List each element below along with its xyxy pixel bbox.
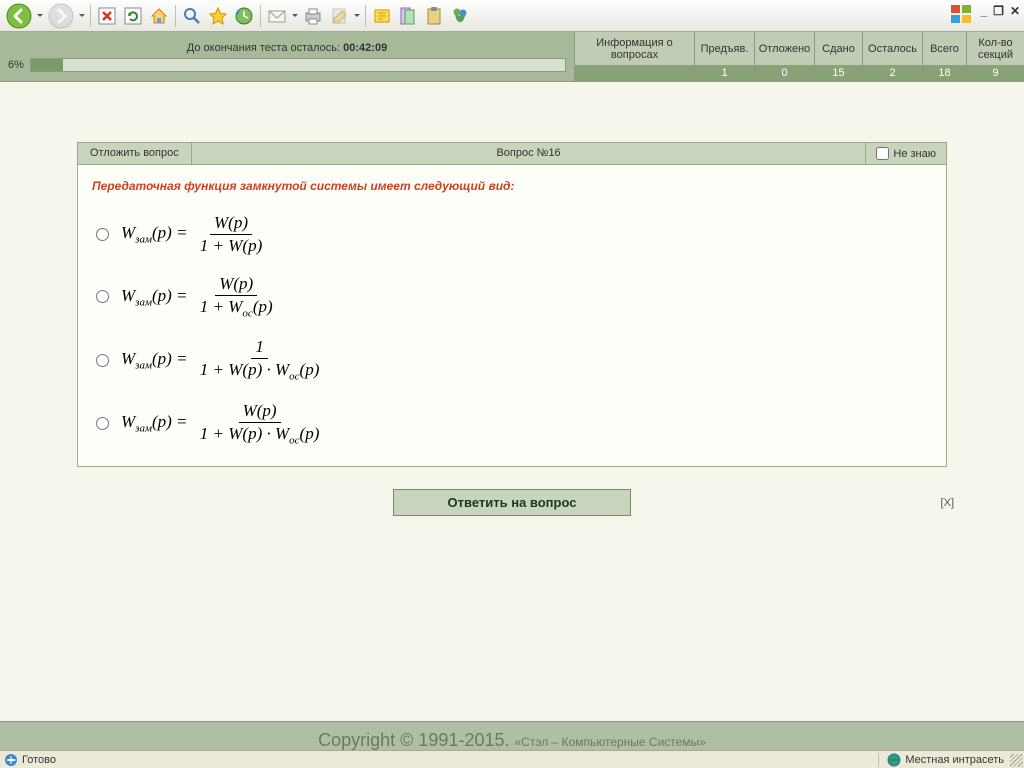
- question-title: Вопрос №16: [192, 143, 866, 164]
- messenger-icon[interactable]: [448, 4, 472, 28]
- stat-cell: Осталось2: [862, 32, 922, 81]
- stat-cell: Всего18: [922, 32, 966, 81]
- stat-value: 0: [755, 65, 814, 81]
- answer-radio[interactable]: [96, 354, 109, 367]
- favorites-icon[interactable]: [206, 4, 230, 28]
- progress-fill: [31, 59, 63, 71]
- status-bar: Готово Местная интрасеть: [0, 750, 1024, 768]
- answer-row: Ответить на вопрос [X]: [0, 489, 1024, 516]
- stat-value: [575, 65, 694, 81]
- timer-label: До окончания теста осталось:: [187, 42, 343, 54]
- zone-icon: [887, 753, 901, 767]
- stat-cell: Сдано15: [814, 32, 862, 81]
- stat-label: Сдано: [815, 32, 862, 65]
- answer-radio[interactable]: [96, 290, 109, 303]
- history-icon[interactable]: [232, 4, 256, 28]
- test-header: До окончания теста осталось: 00:42:09 6%…: [0, 32, 1024, 82]
- stat-cell: Информация о вопросах: [574, 32, 694, 81]
- search-icon[interactable]: [180, 4, 204, 28]
- stats-table: Информация о вопросахПредъяв.1Отложено0С…: [574, 32, 1024, 81]
- browser-toolbar: _ ❐ ✕: [0, 0, 1024, 32]
- restore-button[interactable]: ❐: [993, 4, 1004, 18]
- windows-logo-icon: [950, 4, 974, 24]
- stat-cell: Предъяв.1: [694, 32, 754, 81]
- stat-cell: Отложено0: [754, 32, 814, 81]
- answer-option[interactable]: Wзам(p) = W(p)1 + W(p): [92, 213, 932, 256]
- back-dropdown[interactable]: [36, 4, 44, 28]
- status-ready: Готово: [22, 754, 56, 766]
- stat-value: 15: [815, 65, 862, 81]
- stat-value: 1: [695, 65, 754, 81]
- question-card: Отложить вопрос Вопрос №16 Не знаю Перед…: [77, 142, 947, 467]
- question-body: Передаточная функция замкнутой системы и…: [77, 165, 947, 467]
- status-zone: Местная интрасеть: [905, 754, 1004, 766]
- print-icon[interactable]: [301, 4, 325, 28]
- answer-formula: Wзам(p) = W(p)1 + W(p): [121, 213, 266, 256]
- progress-percent: 6%: [8, 59, 24, 71]
- mail-dropdown[interactable]: [291, 4, 299, 28]
- stat-label: Предъяв.: [695, 32, 754, 65]
- answer-option[interactable]: Wзам(p) = 11 + W(p) · Wос(p): [92, 337, 932, 382]
- edit-icon[interactable]: [327, 4, 351, 28]
- research-icon[interactable]: [396, 4, 420, 28]
- edit-dropdown[interactable]: [353, 4, 361, 28]
- ie-icon: [4, 753, 18, 767]
- clip-icon[interactable]: [422, 4, 446, 28]
- resize-grip[interactable]: [1010, 754, 1023, 767]
- home-icon[interactable]: [147, 4, 171, 28]
- answer-formula: Wзам(p) = W(p)1 + W(p) · Wос(p): [121, 401, 323, 446]
- stat-value: 9: [967, 65, 1024, 81]
- back-button[interactable]: [4, 1, 34, 31]
- dont-know-text: Не знаю: [893, 148, 936, 160]
- progress-bar: [30, 58, 566, 72]
- answer-options: Wзам(p) = W(p)1 + W(p) Wзам(p) = W(p)1 +…: [92, 213, 932, 446]
- refresh-icon[interactable]: [121, 4, 145, 28]
- stat-label: Всего: [923, 32, 966, 65]
- minimize-button[interactable]: _: [980, 4, 987, 18]
- discuss-icon[interactable]: [370, 4, 394, 28]
- submit-answer-button[interactable]: Ответить на вопрос: [393, 489, 632, 516]
- copyright-text: Copyright © 1991-2015.: [318, 730, 514, 750]
- answer-option[interactable]: Wзам(p) = W(p)1 + W(p) · Wос(p): [92, 401, 932, 446]
- timer-value: 00:42:09: [343, 42, 387, 54]
- company-text: «Стэл – Компьютерные Системы»: [515, 735, 706, 749]
- answer-option[interactable]: Wзам(p) = W(p)1 + Wос(p): [92, 274, 932, 319]
- close-x-link[interactable]: [X]: [941, 497, 954, 509]
- stat-label: Отложено: [755, 32, 814, 65]
- question-text: Передаточная функция замкнутой системы и…: [92, 179, 932, 193]
- window-controls: _ ❐ ✕: [980, 4, 1020, 18]
- forward-button[interactable]: [46, 1, 76, 31]
- forward-dropdown[interactable]: [78, 4, 86, 28]
- copyright-band: Copyright © 1991-2015. «Стэл – Компьютер…: [0, 721, 1024, 750]
- stat-value: 2: [863, 65, 922, 81]
- postpone-button[interactable]: Отложить вопрос: [78, 143, 192, 164]
- stat-value: 18: [923, 65, 966, 81]
- stop-icon[interactable]: [95, 4, 119, 28]
- mail-icon[interactable]: [265, 4, 289, 28]
- page-content: Отложить вопрос Вопрос №16 Не знаю Перед…: [0, 82, 1024, 750]
- timer-section: До окончания теста осталось: 00:42:09 6%: [0, 32, 574, 81]
- answer-radio[interactable]: [96, 228, 109, 241]
- answer-radio[interactable]: [96, 417, 109, 430]
- stat-cell: Кол-во секций9: [966, 32, 1024, 81]
- stat-label: Осталось: [863, 32, 922, 65]
- stat-label: Кол-во секций: [967, 32, 1024, 65]
- question-header: Отложить вопрос Вопрос №16 Не знаю: [77, 142, 947, 165]
- dont-know-checkbox[interactable]: [876, 147, 889, 160]
- dont-know-label[interactable]: Не знаю: [865, 143, 946, 164]
- answer-formula: Wзам(p) = 11 + W(p) · Wос(p): [121, 337, 323, 382]
- stat-label: Информация о вопросах: [575, 32, 694, 65]
- answer-formula: Wзам(p) = W(p)1 + Wос(p): [121, 274, 277, 319]
- close-button[interactable]: ✕: [1010, 4, 1020, 18]
